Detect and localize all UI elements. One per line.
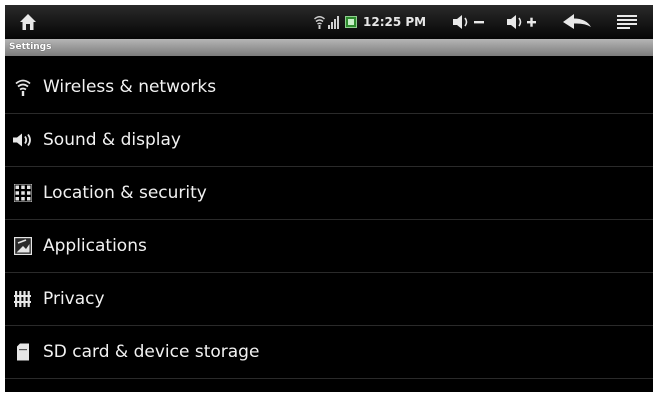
title-bar: Settings bbox=[5, 39, 653, 56]
wifi-icon bbox=[313, 5, 325, 39]
list-item-sd-card-storage[interactable]: SD card & device storage bbox=[5, 326, 653, 379]
sd-card-icon bbox=[13, 342, 33, 362]
battery-icon bbox=[345, 5, 357, 39]
wifi-icon bbox=[13, 77, 33, 97]
back-arrow-icon[interactable] bbox=[559, 5, 595, 39]
page-title: Settings bbox=[9, 42, 52, 52]
menu-icon[interactable] bbox=[611, 5, 643, 39]
list-item-label: Privacy bbox=[43, 289, 105, 309]
grid-icon bbox=[13, 183, 33, 203]
settings-list: Wireless & networks Sound & display Loca… bbox=[5, 61, 653, 379]
list-item-label: Wireless & networks bbox=[43, 77, 217, 97]
list-item-label: Sound & display bbox=[43, 130, 181, 150]
status-bar: 12:25 PM bbox=[5, 5, 653, 39]
list-item-label: Location & security bbox=[43, 183, 207, 203]
volume-down-icon[interactable] bbox=[448, 5, 490, 39]
list-item-applications[interactable]: Applications bbox=[5, 220, 653, 273]
clock: 12:25 PM bbox=[363, 15, 427, 29]
list-item-privacy[interactable]: Privacy bbox=[5, 273, 653, 326]
volume-up-icon[interactable] bbox=[502, 5, 542, 39]
list-item-wireless-networks[interactable]: Wireless & networks bbox=[5, 61, 653, 114]
device-screen: 12:25 PM Settings Wireless & networks So… bbox=[5, 5, 653, 392]
list-item-label: SD card & device storage bbox=[43, 342, 260, 362]
list-item-location-security[interactable]: Location & security bbox=[5, 167, 653, 220]
list-item-sound-display[interactable]: Sound & display bbox=[5, 114, 653, 167]
signal-icon bbox=[327, 5, 341, 39]
home-icon[interactable] bbox=[15, 5, 41, 39]
speaker-icon bbox=[13, 130, 33, 150]
list-item-label: Applications bbox=[43, 236, 147, 256]
privacy-icon bbox=[13, 289, 33, 309]
applications-icon bbox=[13, 236, 33, 256]
